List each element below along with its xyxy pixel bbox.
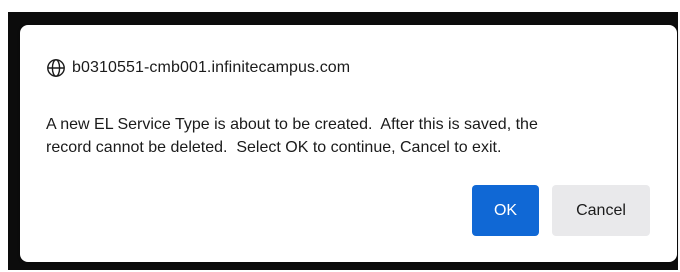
confirm-dialog: b0310551-cmb001.infinitecampus.com A new… (20, 25, 677, 262)
ok-button[interactable]: OK (472, 185, 539, 236)
cancel-button[interactable]: Cancel (552, 185, 650, 236)
dialog-origin: b0310551-cmb001.infinitecampus.com (46, 57, 350, 79)
origin-url: b0310551-cmb001.infinitecampus.com (72, 59, 351, 76)
globe-icon (46, 58, 66, 78)
dialog-message: A new EL Service Type is about to be cre… (46, 116, 538, 156)
